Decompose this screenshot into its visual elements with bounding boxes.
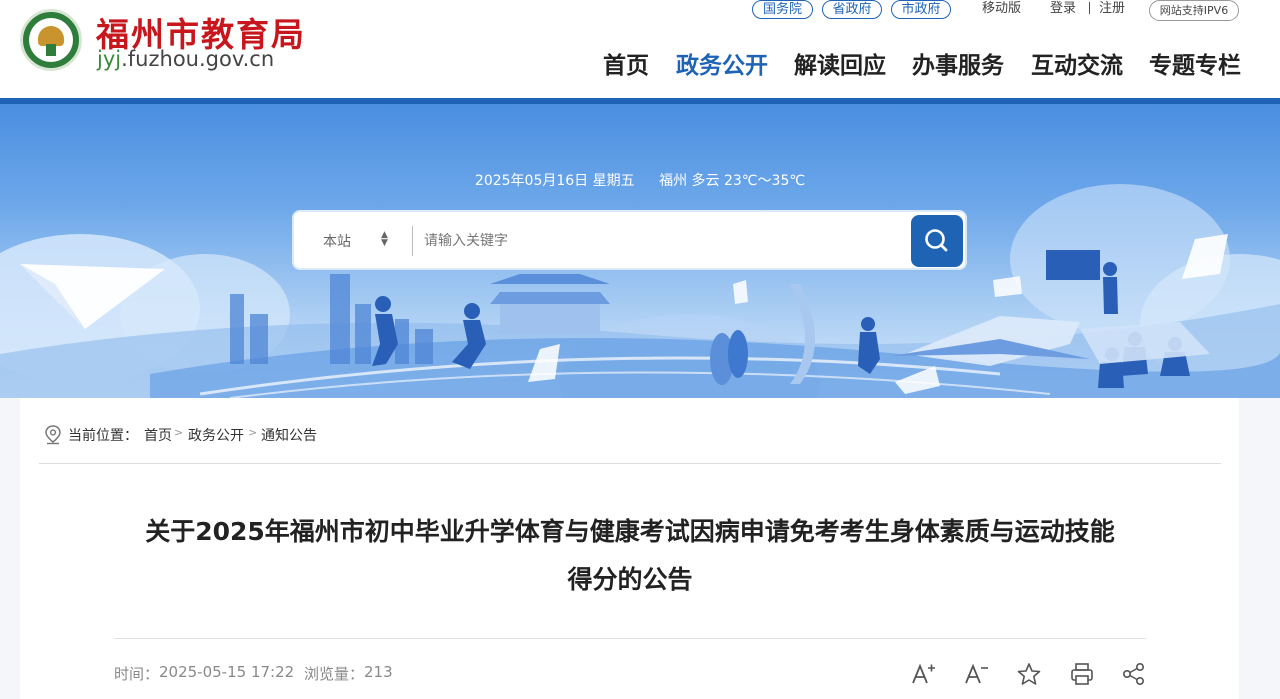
meta-divider bbox=[114, 638, 1146, 639]
breadcrumb-label: 当前位置： bbox=[68, 428, 138, 444]
favorite-icon[interactable] bbox=[1016, 662, 1042, 686]
article-panel: 当前位置： 首页 > 政务公开 > 通知公告 关于2025年福州市初中毕业升学体… bbox=[20, 398, 1239, 699]
search-scope-select[interactable]: 本站 bbox=[323, 231, 351, 251]
link-city-gov[interactable]: 市政府 bbox=[891, 0, 951, 19]
nav-services[interactable]: 办事服务 bbox=[912, 46, 1004, 79]
top-separator bbox=[1089, 2, 1090, 14]
breadcrumb-arrow-icon: > bbox=[174, 426, 184, 439]
font-increase-icon[interactable] bbox=[911, 662, 937, 686]
location-icon bbox=[45, 425, 61, 445]
breadcrumb-notices[interactable]: 通知公告 bbox=[261, 425, 317, 445]
link-province-gov[interactable]: 省政府 bbox=[822, 0, 882, 19]
publish-time: 2025-05-15 17:22 bbox=[159, 663, 295, 681]
nav-gov-affairs[interactable]: 政务公开 bbox=[676, 46, 768, 79]
article-title: 关于2025年福州市初中毕业升学体育与健康考试因病申请免考考生身体素质与运动技能… bbox=[145, 517, 1115, 594]
breadcrumb-gov-affairs[interactable]: 政务公开 bbox=[188, 425, 244, 445]
breadcrumb-divider bbox=[39, 463, 1221, 464]
share-icon[interactable] bbox=[1121, 662, 1147, 686]
link-state-council[interactable]: 国务院 bbox=[752, 0, 813, 19]
nav-interpretation[interactable]: 解读回应 bbox=[794, 46, 886, 79]
nav-home[interactable]: 首页 bbox=[603, 46, 649, 79]
search-box: 本站 ▲ ▼ bbox=[292, 210, 967, 270]
search-icon bbox=[925, 229, 948, 252]
select-arrows-icon[interactable]: ▲ ▼ bbox=[381, 231, 388, 248]
nav-interaction[interactable]: 互动交流 bbox=[1031, 46, 1123, 79]
views-label: 浏览量： bbox=[304, 665, 365, 683]
current-date: 2025年05月16日 星期五 bbox=[474, 173, 635, 189]
font-decrease-icon[interactable] bbox=[964, 662, 990, 686]
breadcrumb-home[interactable]: 首页 bbox=[144, 425, 172, 445]
site-domain: jyj.fuzhou.gov.cn bbox=[97, 47, 275, 71]
weather-info: 福州 多云 23℃～35℃ bbox=[659, 173, 806, 189]
nav-topics[interactable]: 专题专栏 bbox=[1149, 46, 1241, 79]
publish-time-label: 时间： bbox=[114, 665, 160, 683]
mobile-link[interactable]: 移动版 bbox=[982, 0, 1021, 17]
logo-emblem-icon[interactable] bbox=[20, 9, 82, 71]
date-weather-bar: 2025年05月16日 星期五 福州 多云 23℃～35℃ bbox=[0, 170, 1280, 190]
breadcrumb-arrow-icon: > bbox=[248, 426, 258, 439]
ipv6-badge: 网站支持IPV6 bbox=[1149, 0, 1239, 21]
search-input[interactable] bbox=[424, 226, 904, 256]
search-button[interactable] bbox=[911, 215, 963, 267]
register-link[interactable]: 注册 bbox=[1099, 0, 1125, 17]
hero-banner: 2025年05月16日 星期五 福州 多云 23℃～35℃ 本站 ▲ ▼ bbox=[0, 104, 1280, 398]
search-divider bbox=[412, 226, 413, 256]
site-header: 福州市教育局 jyj.fuzhou.gov.cn 国务院 省政府 市政府 移动版… bbox=[0, 0, 1280, 98]
views-count: 213 bbox=[364, 663, 393, 681]
print-icon[interactable] bbox=[1069, 662, 1095, 686]
login-link[interactable]: 登录 bbox=[1050, 0, 1076, 17]
